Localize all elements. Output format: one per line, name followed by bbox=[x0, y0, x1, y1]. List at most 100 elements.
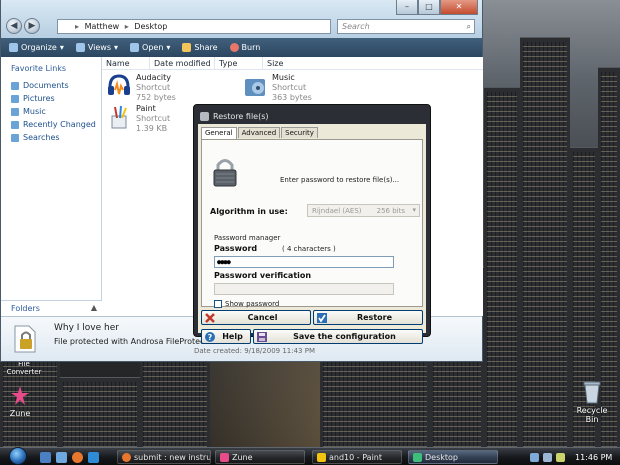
minimize-button[interactable]: – bbox=[396, 0, 418, 15]
dialog-titlebar: Restore file(s) bbox=[198, 109, 426, 123]
sidebar-item-searches[interactable]: Searches bbox=[1, 131, 101, 144]
volume-icon[interactable] bbox=[543, 452, 552, 462]
sidebar-item-music[interactable]: Music bbox=[1, 105, 101, 118]
cancel-label: Cancel bbox=[247, 313, 278, 322]
protected-file-icon bbox=[14, 325, 36, 353]
password-label: Password bbox=[214, 244, 258, 253]
recycle-bin-icon bbox=[583, 381, 601, 404]
sidebar-item-label: Searches bbox=[23, 133, 60, 142]
address-part-desktop[interactable]: Desktop bbox=[134, 22, 167, 31]
forward-arrow-icon: ▶ bbox=[28, 21, 36, 31]
dialog-body: General Advanced Security Enter password… bbox=[198, 124, 426, 344]
show-password-label: Show password bbox=[225, 300, 280, 308]
taskbar-item-zune[interactable]: Zune bbox=[215, 450, 305, 464]
restore-button[interactable]: Restore bbox=[313, 310, 423, 325]
sidebar-item-documents[interactable]: Documents bbox=[1, 79, 101, 92]
file-name: Paint bbox=[136, 104, 156, 113]
taskbar-item-paint[interactable]: and10 - Paint bbox=[312, 450, 402, 464]
maximize-button[interactable]: □ bbox=[418, 0, 440, 15]
password-input[interactable]: ●●●● bbox=[214, 256, 394, 268]
zune-label: Zune bbox=[9, 409, 31, 418]
search-input[interactable]: Search ⌕ bbox=[337, 19, 475, 34]
show-password-option[interactable]: Show password bbox=[214, 300, 279, 308]
back-button[interactable]: ◀ bbox=[6, 18, 22, 34]
minimize-icon: – bbox=[405, 2, 409, 11]
searches-icon bbox=[11, 133, 19, 142]
sidebar-item-label: Music bbox=[23, 107, 46, 116]
tab-advanced[interactable]: Advanced bbox=[237, 127, 281, 138]
file-item-audacity[interactable]: Audacity Shortcut 752 bytes bbox=[106, 73, 176, 103]
help-label: Help bbox=[222, 332, 243, 341]
tab-general[interactable]: General bbox=[201, 127, 237, 139]
taskbar-item-desktop[interactable]: Desktop bbox=[408, 450, 498, 464]
quicklaunch-show-desktop-icon[interactable] bbox=[40, 452, 51, 463]
address-bar[interactable]: ▸ Matthew ▸ Desktop bbox=[57, 19, 331, 34]
algorithm-select[interactable]: Rijndael (AES) 256 bits ▾ bbox=[307, 204, 420, 217]
start-button[interactable] bbox=[9, 447, 27, 465]
folder-icon bbox=[413, 452, 422, 462]
taskbar-item-browser[interactable]: submit : new instruc... bbox=[117, 450, 211, 464]
desktop-icon-recycle-bin[interactable]: Recycle Bin bbox=[570, 380, 614, 424]
share-label: Share bbox=[194, 43, 218, 52]
skyline-building bbox=[140, 347, 210, 447]
security-icon[interactable] bbox=[556, 452, 565, 462]
search-placeholder: Search bbox=[342, 22, 370, 31]
save-configuration-button[interactable]: Save the configuration bbox=[253, 329, 423, 344]
cancel-button[interactable]: Cancel bbox=[201, 310, 311, 325]
open-label: Open bbox=[142, 43, 164, 52]
favorite-links-list: Documents Pictures Music Recently Change… bbox=[1, 73, 101, 144]
password-verification-label: Password verification bbox=[214, 271, 312, 280]
column-header-size[interactable]: Size bbox=[263, 57, 311, 69]
window-caption-buttons: – □ ✕ bbox=[396, 0, 478, 15]
sidebar-item-label: Recently Changed bbox=[23, 120, 96, 129]
close-button[interactable]: ✕ bbox=[440, 0, 478, 15]
explorer-titlebar: ◀ ▶ ▸ Matthew ▸ Desktop Search ⌕ – □ ✕ bbox=[1, 0, 482, 38]
chevron-down-icon: ▾ bbox=[166, 43, 171, 52]
desktop-icon-zune[interactable]: Zune bbox=[0, 385, 40, 418]
open-menu[interactable]: Open ▾ bbox=[130, 43, 170, 52]
file-item-paint[interactable]: Paint Shortcut 1.39 KB bbox=[106, 104, 170, 134]
show-password-checkbox[interactable] bbox=[214, 300, 222, 308]
burn-disc-icon bbox=[229, 43, 239, 52]
sidebar-item-label: Documents bbox=[23, 81, 69, 90]
desktop-icon-file-converter[interactable]: File Converter bbox=[0, 360, 48, 376]
network-icon[interactable] bbox=[530, 452, 539, 462]
file-name: Music bbox=[272, 73, 295, 82]
forward-button[interactable]: ▶ bbox=[24, 18, 40, 34]
zune-icon bbox=[220, 452, 229, 462]
search-icon[interactable]: ⌕ bbox=[467, 20, 471, 33]
explorer-toolbar: Organize ▾ Views ▾ Open ▾ Share Burn bbox=[1, 38, 482, 57]
address-separator: ▸ bbox=[75, 22, 80, 31]
password-manager-label: Password manager bbox=[214, 234, 281, 242]
column-header-type[interactable]: Type bbox=[215, 57, 263, 69]
quicklaunch-firefox-icon[interactable] bbox=[72, 452, 83, 463]
views-menu[interactable]: Views ▾ bbox=[75, 43, 118, 52]
password-verification-input[interactable] bbox=[214, 283, 394, 295]
system-tray: 11:46 PM bbox=[530, 450, 620, 464]
folders-toggle[interactable]: Folders ▲ bbox=[1, 300, 102, 316]
details-date-created: Date created: 9/18/2009 11:43 PM bbox=[194, 347, 315, 355]
organize-menu[interactable]: Organize ▾ bbox=[9, 43, 64, 52]
burn-button[interactable]: Burn bbox=[229, 43, 260, 52]
column-header-name[interactable]: Name bbox=[102, 57, 150, 69]
sidebar-item-recently-changed[interactable]: Recently Changed bbox=[1, 118, 101, 131]
file-meta: Music Shortcut 363 bytes bbox=[272, 73, 312, 103]
quicklaunch-switch-windows-icon[interactable] bbox=[56, 452, 67, 463]
zune-icon bbox=[11, 386, 29, 405]
quicklaunch-browser-icon[interactable] bbox=[88, 452, 99, 463]
skyline-building bbox=[320, 352, 430, 447]
clock[interactable]: 11:46 PM bbox=[575, 453, 612, 462]
share-button[interactable]: Share bbox=[182, 43, 218, 52]
help-button[interactable]: ? Help bbox=[201, 329, 251, 344]
help-question-icon: ? bbox=[205, 331, 215, 342]
back-arrow-icon: ◀ bbox=[10, 21, 18, 31]
views-label: Views bbox=[87, 43, 112, 52]
column-header-date[interactable]: Date modified bbox=[150, 57, 215, 69]
chevron-up-icon: ▲ bbox=[90, 303, 97, 312]
file-item-music[interactable]: Music Shortcut 363 bytes bbox=[242, 73, 312, 103]
firefox-icon bbox=[122, 452, 131, 462]
sidebar-item-pictures[interactable]: Pictures bbox=[1, 92, 101, 105]
general-tab-panel: Enter password to restore file(s)... Alg… bbox=[201, 139, 423, 308]
address-part-user[interactable]: Matthew bbox=[85, 22, 120, 31]
tab-security[interactable]: Security bbox=[281, 127, 318, 138]
